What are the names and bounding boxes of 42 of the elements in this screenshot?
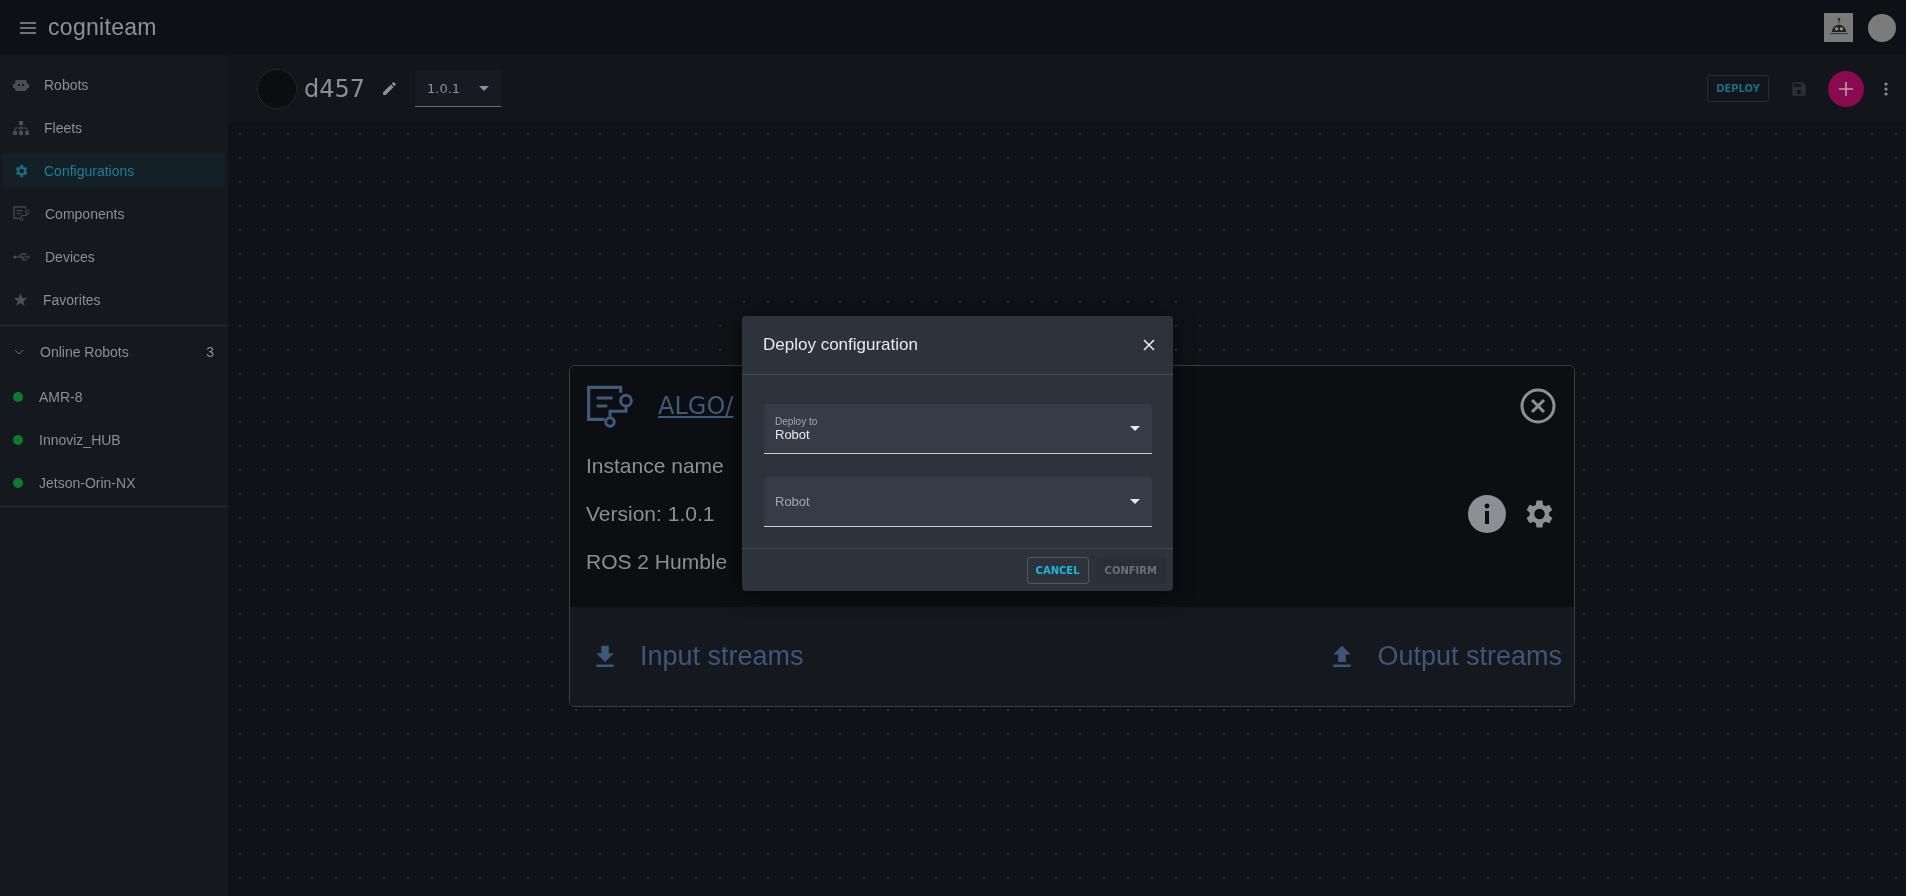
sidebar-item[interactable]: Robots [3, 67, 225, 102]
cancel-button[interactable]: CANCEL [1026, 556, 1089, 584]
hierarchy-icon [13, 120, 29, 135]
caret-icon [479, 85, 490, 91]
caret-icon [1130, 426, 1140, 431]
logo-text: cogniteam [48, 14, 157, 41]
close-circle-icon[interactable] [1520, 388, 1556, 424]
close-icon[interactable] [1143, 339, 1155, 351]
robot-list-item[interactable]: AMR-8 [0, 382, 228, 412]
configuration-avatar [257, 68, 297, 109]
caret-icon [1130, 499, 1140, 504]
usb-icon [13, 251, 30, 262]
select-field[interactable]: Robot [764, 477, 1152, 527]
sidebar-item[interactable]: Favorites [3, 282, 225, 317]
add-button[interactable] [1828, 70, 1864, 107]
deploy-button[interactable]: DEPLOY [1707, 75, 1769, 102]
version-select[interactable]: 1.0.1 [415, 70, 502, 107]
dialog-title: Deploy configuration [763, 335, 918, 355]
user-avatar[interactable] [1868, 13, 1896, 42]
sidebar-item[interactable]: Components [3, 196, 225, 231]
more-icon[interactable] [1884, 81, 1888, 96]
star-icon [13, 292, 28, 307]
edit-icon[interactable] [381, 80, 399, 97]
info-icon[interactable] [1468, 495, 1506, 533]
menu-icon[interactable] [20, 21, 36, 34]
component-icon [13, 206, 30, 221]
configuration-title: d457 [304, 74, 366, 103]
plus-icon [1839, 81, 1853, 96]
ros-version-text: ROS 2 Humble [586, 550, 728, 574]
robot-icon [13, 77, 29, 92]
gear-icon [13, 162, 29, 179]
version-text: Version: 1.0.1 [586, 502, 716, 526]
robot-list-item[interactable]: Innoviz_HUB [0, 425, 228, 455]
robot-avatar-icon[interactable] [1824, 13, 1853, 42]
select-field[interactable]: Deploy to Robot [764, 404, 1152, 454]
robot-list-item[interactable]: Jetson-Orin-NX [0, 468, 228, 498]
instance-name: Instance name [586, 454, 725, 478]
sidebar-item[interactable]: Fleets [3, 110, 225, 145]
sidebar-item[interactable]: Devices [3, 239, 225, 274]
online-robots-header[interactable]: Online Robots 3 [0, 326, 228, 378]
component-icon [586, 384, 634, 428]
sidebar-item[interactable]: Configurations [3, 153, 225, 188]
